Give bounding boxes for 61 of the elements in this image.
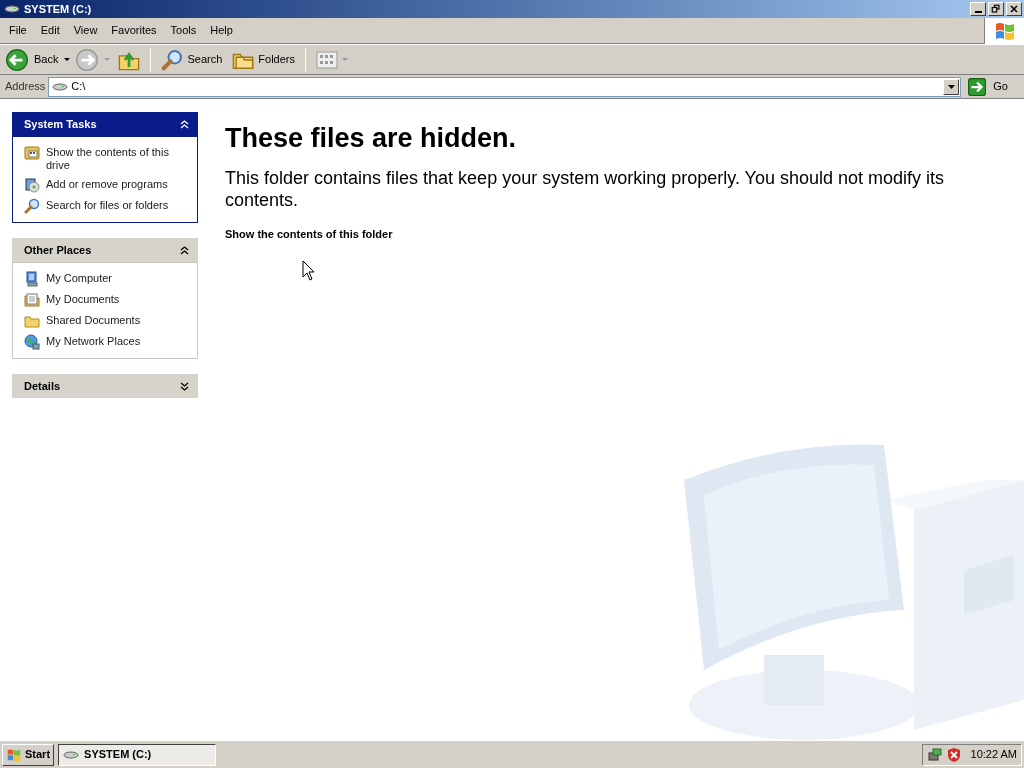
message: This folder contains files that keep your system working properly. You should not modify its contents.	[225, 167, 946, 211]
drive-icon	[4, 3, 20, 15]
arrow-icon	[968, 77, 987, 96]
drive-icon	[24, 145, 40, 161]
cd-box-icon	[24, 177, 40, 193]
grid-icon	[316, 50, 338, 69]
drive-icon	[52, 80, 69, 93]
search-button[interactable]: Search	[157, 46, 227, 73]
panel-header[interactable]: System Tasks	[12, 112, 198, 136]
caret-icon	[947, 84, 955, 89]
task-link[interactable]: Show the contents of this drive	[46, 145, 189, 172]
close-icon	[1008, 3, 1020, 15]
heading: These files are hidden.	[225, 122, 518, 155]
address-field[interactable]: C:\	[48, 76, 962, 97]
show-contents-link[interactable]: Show the contents of this folder	[225, 228, 393, 240]
task-link[interactable]: My Network Places	[46, 334, 141, 348]
start-button[interactable]: Start	[2, 743, 55, 766]
drive-icon	[63, 748, 80, 761]
restore-icon	[990, 3, 1002, 15]
network-icon	[926, 746, 943, 763]
menu-item[interactable]: Tools	[163, 20, 204, 41]
window-title: SYSTEM (C:)	[24, 1, 92, 17]
address-label: Address	[5, 79, 46, 95]
computer-icon	[24, 271, 40, 287]
expand-icon	[180, 381, 189, 391]
panel-header[interactable]: Details	[12, 374, 198, 398]
taskbar-button[interactable]: SYSTEM (C:)	[58, 743, 217, 766]
caret-icon	[342, 57, 348, 62]
restore-button[interactable]	[988, 2, 1004, 16]
dropdown-button[interactable]	[943, 78, 960, 95]
search-icon	[24, 198, 40, 214]
back-button[interactable]: Back	[4, 46, 61, 73]
minimize-icon	[974, 11, 982, 13]
menu-item[interactable]: Edit	[33, 20, 67, 41]
globe-icon	[24, 334, 40, 350]
windows-logo-icon	[993, 20, 1016, 41]
search-icon	[161, 48, 184, 71]
menu-item[interactable]: File	[2, 20, 34, 41]
shield-icon	[945, 746, 962, 763]
task-link[interactable]: My Documents	[46, 292, 120, 306]
task-link[interactable]: Add or remove programs	[46, 177, 168, 191]
minimize-button[interactable]	[970, 2, 986, 16]
task-link[interactable]: Search for files or folders	[46, 198, 169, 212]
task-link[interactable]: My Computer	[46, 271, 113, 285]
task-link[interactable]: Shared Documents	[46, 313, 141, 327]
menu-item[interactable]: Favorites	[104, 20, 164, 41]
panel-header[interactable]: Other Places	[12, 238, 198, 262]
collapse-icon	[180, 245, 189, 255]
collapse-icon	[180, 119, 189, 129]
go-button[interactable]: Go	[964, 76, 1020, 97]
folder-icon	[24, 313, 40, 329]
documents-icon	[24, 292, 40, 308]
folders-button[interactable]: Folders	[228, 46, 299, 73]
windows-logo-icon	[6, 747, 22, 762]
clock: 10:22 AM	[970, 747, 1017, 763]
caret-icon	[64, 57, 71, 62]
caret-icon	[104, 57, 111, 62]
close-button[interactable]	[1006, 2, 1022, 16]
menu-item[interactable]: View	[66, 20, 105, 41]
mouse-cursor-icon	[302, 260, 315, 281]
menu-item[interactable]: Help	[203, 20, 240, 41]
